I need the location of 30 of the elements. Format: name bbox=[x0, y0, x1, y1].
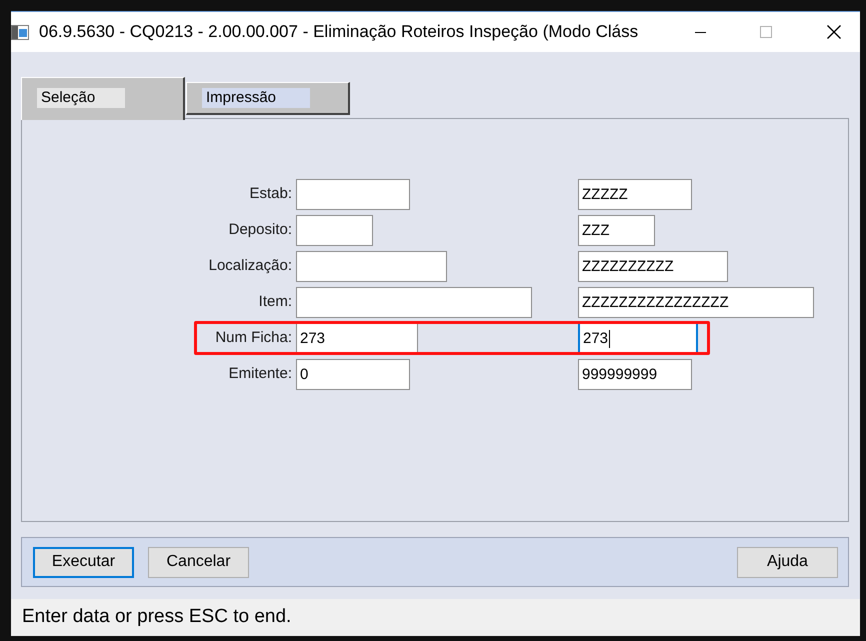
maximize-icon bbox=[760, 26, 772, 38]
input-field[interactable]: ZZZZZZZZZZZZZZZZ bbox=[578, 287, 814, 318]
input-field[interactable]: 273 bbox=[296, 323, 418, 354]
field-label: Localização: bbox=[208, 256, 292, 276]
input-field[interactable]: 999999999 bbox=[578, 359, 692, 390]
field-label: Num Ficha: bbox=[214, 328, 292, 348]
input-field[interactable]: 0 bbox=[296, 359, 410, 390]
input-field[interactable] bbox=[296, 251, 447, 282]
input-field[interactable]: 273 bbox=[578, 323, 698, 354]
tab-label: Impressão bbox=[202, 88, 310, 108]
close-icon bbox=[827, 25, 841, 39]
tab[interactable]: Impressão bbox=[186, 82, 350, 115]
input-field[interactable] bbox=[296, 179, 410, 210]
input-field[interactable]: ZZZ bbox=[578, 215, 655, 246]
text-cursor bbox=[609, 330, 610, 348]
input-field[interactable] bbox=[296, 287, 532, 318]
input-field[interactable]: ZZZZZ bbox=[578, 179, 692, 210]
status-text: Enter data or press ESC to end. bbox=[22, 605, 292, 630]
dialog-button[interactable]: Ajuda bbox=[737, 546, 838, 578]
dialog-button[interactable]: Executar bbox=[33, 546, 134, 578]
dialog-button[interactable]: Cancelar bbox=[148, 546, 249, 578]
field-label: Deposito: bbox=[228, 220, 292, 240]
window-title: 06.9.5630 - CQ0213 - 2.00.00.007 - Eliminação Roteiros Inspeção (Modo Cláss bbox=[39, 21, 638, 44]
tab-label: Seleção bbox=[37, 88, 125, 108]
input-field[interactable] bbox=[296, 215, 373, 246]
field-label: Item: bbox=[258, 292, 292, 312]
field-label: Estab: bbox=[248, 184, 292, 204]
tab[interactable]: Seleção bbox=[21, 77, 185, 120]
input-field[interactable]: ZZZZZZZZZZ bbox=[578, 251, 728, 282]
field-label: Emitente: bbox=[228, 364, 292, 384]
